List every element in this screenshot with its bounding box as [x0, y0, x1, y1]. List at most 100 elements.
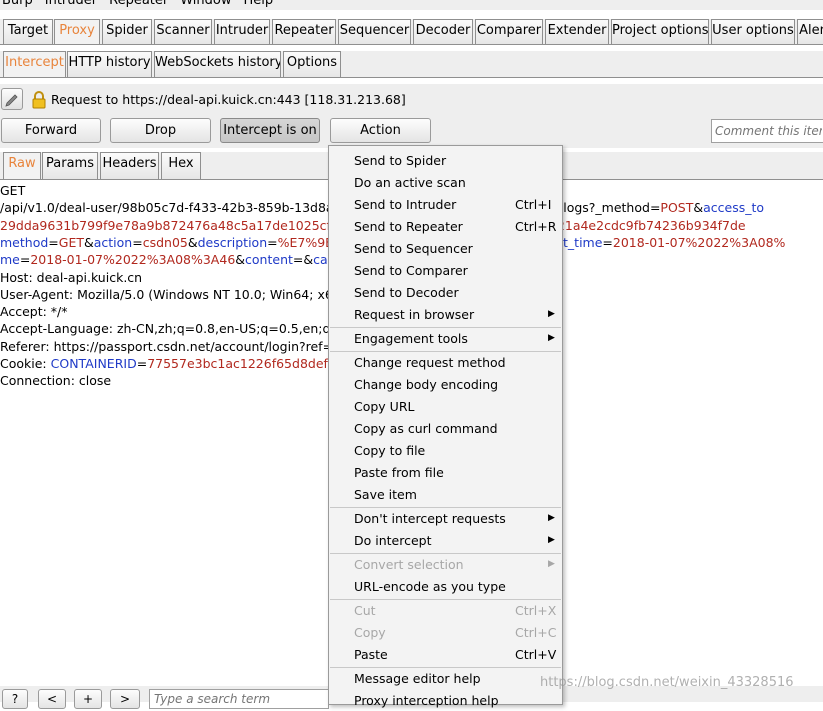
menu-item-request-in-browser[interactable]: Request in browser ▶ [329, 304, 562, 325]
menu-item-label: Copy [354, 625, 386, 640]
request-target-label: Request to https://deal-api.kuick.cn:443… [51, 92, 406, 107]
raw-token: 29dda9631b799f9e78a9b872476a48c5a17de102… [0, 217, 354, 233]
menu-item-paste-from-file[interactable]: Paste from file [329, 462, 562, 483]
menu-item-label: Send to Spider [354, 153, 447, 168]
menu-item-url-encode-as-you-type[interactable]: URL-encode as you type [329, 576, 562, 597]
editor-tab-params[interactable]: Params [42, 152, 98, 179]
action-button[interactable]: Action [330, 118, 431, 143]
tab-project-options[interactable]: Project options [611, 19, 709, 44]
tab-sequencer[interactable]: Sequencer [338, 19, 411, 44]
menu-item-copy-as-curl-command[interactable]: Copy as curl command [329, 418, 562, 439]
raw-token: = [132, 234, 143, 250]
menu-item-message-editor-help[interactable]: Message editor help [329, 668, 562, 689]
menu-item-paste[interactable]: Paste Ctrl+V [329, 644, 562, 665]
tab-target[interactable]: Target [3, 19, 53, 44]
menu-repeater[interactable]: Repeater [109, 0, 168, 10]
menu-item-don-t-intercept-requests[interactable]: Don't intercept requests ▶ [329, 508, 562, 529]
raw-token: 2018-01-07%2022%3A08%3A46 [30, 252, 236, 268]
menu-burp[interactable]: Burp [2, 0, 33, 10]
raw-token: GET [58, 234, 84, 250]
menu-item-send-to-spider[interactable]: Send to Spider [329, 150, 562, 171]
menu-item-copy-to-file[interactable]: Copy to file [329, 440, 562, 461]
menu-item-proxy-interception-help[interactable]: Proxy interception help [329, 690, 562, 711]
raw-token: Accept: */* [0, 304, 68, 320]
tab-proxy[interactable]: Proxy [54, 19, 100, 44]
raw-line: Connection: close [0, 372, 111, 389]
search-next-button[interactable]: > [110, 689, 140, 709]
menu-item-copy: Copy Ctrl+C [329, 622, 562, 643]
raw-token: & [235, 252, 246, 268]
raw-token: = [602, 234, 613, 250]
editor-tab-hex[interactable]: Hex [161, 152, 201, 179]
tab-decoder[interactable]: Decoder [413, 19, 473, 44]
intercept-toggle-button[interactable]: Intercept is on [220, 118, 320, 143]
menu-bar: Burp Intruder Repeater Window Help [0, 0, 823, 10]
menu-item-send-to-repeater[interactable]: Send to Repeater Ctrl+R [329, 216, 562, 237]
raw-token: CONTAINERID [50, 356, 137, 371]
menu-item-send-to-sequencer[interactable]: Send to Sequencer [329, 238, 562, 259]
menu-item-save-item[interactable]: Save item [329, 484, 562, 505]
menu-item-cut: Cut Ctrl+X [329, 600, 562, 621]
tab-spider[interactable]: Spider [102, 19, 152, 44]
edit-pencil-button[interactable] [1, 88, 23, 110]
proxy-tab-http-history[interactable]: HTTP history [67, 51, 152, 77]
tab-user-options[interactable]: User options [711, 19, 795, 44]
tab-repeater[interactable]: Repeater [272, 19, 336, 44]
tab-aler[interactable]: Aler [797, 19, 823, 44]
proxy-tab-intercept[interactable]: Intercept [3, 51, 66, 77]
raw-token: =& [292, 252, 314, 268]
raw-token: Referer: https://passport.csdn.net/accou… [0, 338, 354, 354]
proxy-tab-options[interactable]: Options [283, 51, 341, 77]
editor-tab-headers[interactable]: Headers [100, 152, 159, 179]
search-prev-button[interactable]: < [38, 689, 66, 709]
raw-line: GET [0, 182, 25, 199]
menu-item-label: Request in browser [354, 307, 475, 322]
comment-input[interactable] [711, 119, 823, 143]
menu-item-send-to-intruder[interactable]: Send to Intruder Ctrl+I [329, 194, 562, 215]
raw-token: access_to [703, 200, 765, 216]
search-add-button[interactable]: + [74, 689, 102, 709]
menu-item-engagement-tools[interactable]: Engagement tools ▶ [329, 328, 562, 349]
menu-help[interactable]: Help [244, 0, 274, 10]
tab-intruder[interactable]: Intruder [214, 19, 270, 44]
menu-item-label: Send to Repeater [354, 219, 463, 234]
menu-item-label: Paste from file [354, 465, 444, 480]
raw-token: = [19, 252, 31, 268]
menu-item-label: Send to Decoder [354, 285, 459, 300]
menu-item-shortcut: Ctrl+C [515, 625, 557, 640]
forward-button[interactable]: Forward [1, 118, 101, 143]
proxy-tab-websockets-history[interactable]: WebSockets history [154, 51, 281, 77]
menu-item-label: Change body encoding [354, 377, 499, 392]
menu-item-label: Message editor help [354, 671, 481, 686]
menu-item-label: Do intercept [354, 533, 432, 548]
menu-item-change-request-method[interactable]: Change request method [329, 352, 562, 373]
raw-token: Cookie: [0, 356, 51, 371]
tab-extender[interactable]: Extender [545, 19, 609, 44]
tab-comparer[interactable]: Comparer [475, 19, 543, 44]
menu-item-send-to-comparer[interactable]: Send to Comparer [329, 260, 562, 281]
editor-tab-raw[interactable]: Raw [3, 152, 41, 179]
menu-item-shortcut: Ctrl+X [515, 603, 557, 618]
raw-token: content [245, 252, 293, 268]
main-tab-bar: Target Proxy Spider Scanner Intruder Repeater… [0, 19, 823, 45]
drop-button[interactable]: Drop [110, 118, 211, 143]
menu-item-change-body-encoding[interactable]: Change body encoding [329, 374, 562, 395]
menu-item-do-an-active-scan[interactable]: Do an active scan [329, 172, 562, 193]
raw-token: csdn05 [142, 234, 188, 250]
menu-item-send-to-decoder[interactable]: Send to Decoder [329, 282, 562, 303]
menu-item-label: Copy URL [354, 399, 415, 414]
search-input[interactable] [149, 689, 329, 709]
raw-line: Host: deal-api.kuick.cn [0, 269, 142, 286]
raw-token: & [693, 200, 704, 216]
submenu-arrow-icon: ▶ [548, 333, 555, 343]
menu-intruder[interactable]: Intruder [45, 0, 97, 10]
raw-token: POST [660, 200, 694, 216]
menu-item-label: Do an active scan [354, 175, 466, 190]
help-button[interactable]: ? [2, 689, 28, 709]
tab-scanner[interactable]: Scanner [154, 19, 212, 44]
raw-token: Host: deal-api.kuick.cn [0, 269, 143, 285]
menu-item-copy-url[interactable]: Copy URL [329, 396, 562, 417]
menu-window[interactable]: Window [180, 0, 231, 10]
menu-item-do-intercept[interactable]: Do intercept ▶ [329, 530, 562, 551]
raw-line: Referer: https://passport.csdn.net/accou… [0, 338, 353, 355]
